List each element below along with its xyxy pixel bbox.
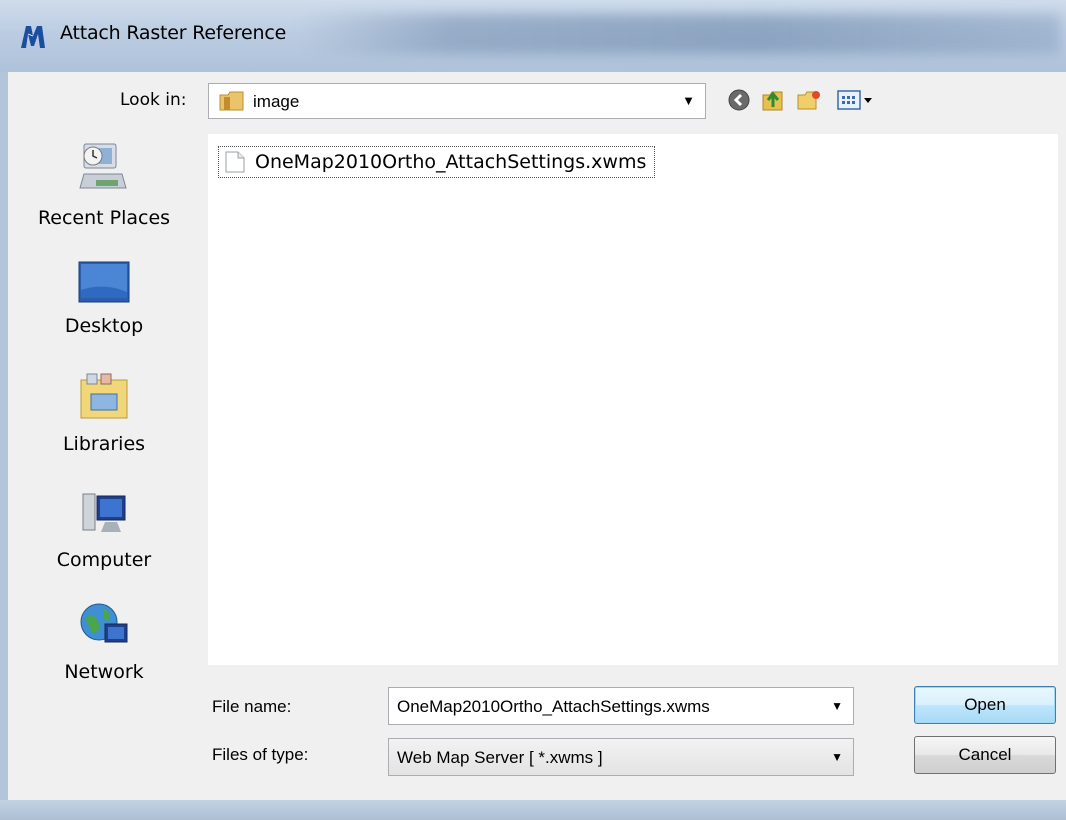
folder-icon (219, 91, 244, 111)
file-list-item[interactable]: OneMap2010Ortho_AttachSettings.xwms (218, 146, 656, 178)
title-bar[interactable]: Attach Raster Reference (0, 0, 1066, 72)
place-label: Desktop (64, 315, 144, 337)
window-frame-left (0, 72, 8, 800)
new-folder-button[interactable] (794, 86, 824, 114)
document-icon (225, 151, 245, 173)
view-menu-icon (837, 90, 872, 110)
open-button[interactable]: Open (914, 686, 1056, 724)
chevron-down-icon[interactable]: ▼ (682, 93, 695, 108)
recent-places-icon (79, 143, 127, 189)
file-name-value[interactable]: OneMap2010Ortho_AttachSettings.xwms (397, 697, 710, 717)
cancel-button[interactable]: Cancel (914, 736, 1056, 774)
chevron-down-icon[interactable]: ▼ (831, 699, 843, 713)
look-in-label: Look in: (120, 90, 187, 110)
place-recent-places[interactable]: Recent Places (8, 140, 200, 229)
place-label: Computer (56, 549, 152, 571)
place-desktop[interactable]: Desktop (8, 260, 200, 337)
network-icon (80, 603, 128, 643)
file-type-dropdown[interactable]: Web Map Server [ *.xwms ] ▼ (388, 738, 854, 776)
new-folder-icon (797, 91, 820, 110)
file-name-label: File name: (212, 697, 292, 716)
libraries-icon (80, 373, 128, 419)
look-in-dropdown[interactable]: image ▼ (208, 83, 706, 119)
up-folder-icon (762, 91, 783, 111)
place-label: Recent Places (37, 207, 171, 229)
file-list[interactable]: OneMap2010Ortho_AttachSettings.xwms (208, 134, 1058, 665)
look-in-value: image (253, 92, 300, 111)
place-network[interactable]: Network (8, 600, 200, 683)
file-type-value: Web Map Server [ *.xwms ] (397, 748, 603, 767)
place-libraries[interactable]: Libraries (8, 372, 200, 455)
view-menu-button[interactable] (834, 86, 878, 114)
file-name-input[interactable]: OneMap2010Ortho_AttachSettings.xwms ▼ (388, 687, 854, 725)
place-computer[interactable]: Computer (8, 490, 200, 571)
window-title: Attach Raster Reference (60, 22, 287, 44)
window-frame-bottom (0, 800, 1066, 820)
desktop-icon (78, 261, 130, 303)
place-label: Libraries (62, 433, 146, 455)
file-name: OneMap2010Ortho_AttachSettings.xwms (255, 151, 647, 173)
computer-icon (82, 493, 126, 532)
chevron-down-icon[interactable]: ▼ (831, 750, 843, 764)
place-label: Network (64, 661, 144, 683)
up-one-level-button[interactable] (758, 86, 788, 114)
app-logo-icon (21, 26, 45, 48)
places-bar: Recent Places Desktop Libraries Computer (8, 134, 200, 694)
back-icon (728, 89, 750, 111)
file-type-label: Files of type: (212, 745, 309, 764)
blurred-menu-bar (300, 14, 1060, 54)
back-button[interactable] (724, 86, 754, 114)
